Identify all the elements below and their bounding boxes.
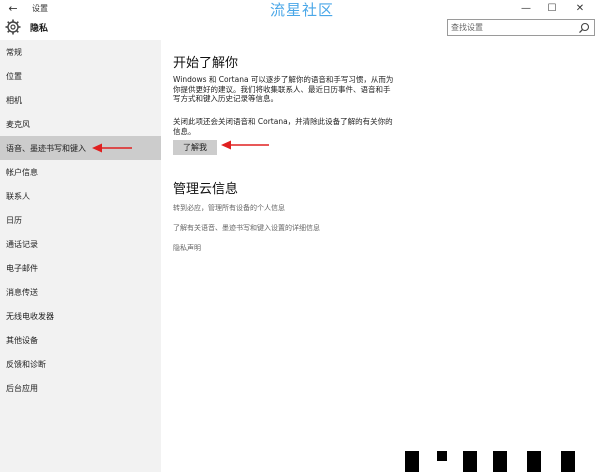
gear-icon bbox=[5, 19, 21, 35]
sidebar-item-contacts[interactable]: 联系人 bbox=[0, 184, 161, 208]
section-title-getting-to-know-you: 开始了解你 bbox=[173, 56, 239, 71]
main-content: 开始了解你 Windows 和 Cortana 可以逐步了解你的语音和手写习惯，… bbox=[161, 40, 600, 472]
sidebar-item-speech-inking-typing[interactable]: 语音、墨迹书写和键入 bbox=[0, 136, 161, 160]
sidebar-item-label: 无线电收发器 bbox=[6, 312, 54, 321]
sidebar-item-label: 电子邮件 bbox=[6, 264, 38, 273]
sidebar-item-general[interactable]: 常规 bbox=[0, 40, 161, 64]
sidebar-item-email[interactable]: 电子邮件 bbox=[0, 256, 161, 280]
link-learn-more-speech-settings[interactable]: 了解有关语音、墨迹书写和键入设置的详细信息 bbox=[173, 223, 320, 233]
search-input[interactable] bbox=[451, 20, 571, 35]
sidebar-item-label: 相机 bbox=[6, 96, 22, 105]
image-artifact bbox=[561, 451, 575, 472]
sidebar-item-call-history[interactable]: 通话记录 bbox=[0, 232, 161, 256]
sidebar-item-account-info[interactable]: 帐户信息 bbox=[0, 160, 161, 184]
window-title: 设置 bbox=[32, 4, 48, 13]
get-to-know-me-button[interactable]: 了解我 bbox=[173, 140, 217, 155]
annotation-arrow-icon bbox=[221, 140, 269, 150]
image-artifact bbox=[527, 451, 541, 472]
image-artifact bbox=[493, 451, 507, 472]
link-privacy-statement[interactable]: 隐私声明 bbox=[173, 243, 201, 253]
section-description: Windows 和 Cortana 可以逐步了解你的语音和手写习惯，从而为你提供… bbox=[173, 75, 394, 103]
sidebar-item-label: 联系人 bbox=[6, 192, 30, 201]
minimize-button[interactable]: — bbox=[512, 0, 540, 18]
page-header: 隐私 bbox=[0, 18, 600, 40]
sidebar-item-label: 后台应用 bbox=[6, 384, 38, 393]
image-artifact bbox=[437, 451, 447, 461]
page-title: 隐私 bbox=[30, 24, 49, 34]
sidebar-item-label: 反馈和诊断 bbox=[6, 360, 46, 369]
sidebar-item-calendar[interactable]: 日历 bbox=[0, 208, 161, 232]
back-arrow-icon[interactable]: ← bbox=[6, 2, 20, 16]
sidebar-item-location[interactable]: 位置 bbox=[0, 64, 161, 88]
watermark: 流星社区 bbox=[270, 1, 335, 19]
sidebar-item-radios[interactable]: 无线电收发器 bbox=[0, 304, 161, 328]
sidebar-item-label: 消息传送 bbox=[6, 288, 38, 297]
annotation-arrow-icon bbox=[92, 143, 132, 153]
sidebar-item-label: 位置 bbox=[6, 72, 22, 81]
sidebar-item-label: 通话记录 bbox=[6, 240, 38, 249]
sidebar-item-feedback-diagnostics[interactable]: 反馈和诊断 bbox=[0, 352, 161, 376]
sidebar-item-background-apps[interactable]: 后台应用 bbox=[0, 376, 161, 400]
search-icon[interactable] bbox=[578, 22, 590, 34]
sidebar-item-microphone[interactable]: 麦克风 bbox=[0, 112, 161, 136]
sidebar-item-camera[interactable]: 相机 bbox=[0, 88, 161, 112]
sidebar-item-label: 日历 bbox=[6, 216, 22, 225]
sidebar: 常规 位置 相机 麦克风 语音、墨迹书写和键入 帐户信息 联系人 日历 通话记录… bbox=[0, 40, 161, 472]
sidebar-item-label: 麦克风 bbox=[6, 120, 30, 129]
sidebar-item-messaging[interactable]: 消息传送 bbox=[0, 280, 161, 304]
sidebar-item-label: 其他设备 bbox=[6, 336, 38, 345]
section-title-manage-cloud-info: 管理云信息 bbox=[173, 182, 239, 197]
sidebar-item-label: 常规 bbox=[6, 48, 22, 57]
title-bar: ← 设置 流星社区 — ☐ ✕ bbox=[0, 0, 600, 19]
sidebar-item-label: 语音、墨迹书写和键入 bbox=[6, 144, 86, 153]
sidebar-item-label: 帐户信息 bbox=[6, 168, 38, 177]
search-box[interactable] bbox=[447, 19, 595, 36]
image-artifact bbox=[463, 451, 477, 472]
sidebar-item-other-devices[interactable]: 其他设备 bbox=[0, 328, 161, 352]
maximize-button[interactable]: ☐ bbox=[538, 0, 566, 18]
close-button[interactable]: ✕ bbox=[566, 0, 594, 18]
image-artifact bbox=[405, 451, 419, 472]
link-bing-manage-info[interactable]: 转到必应，管理所有设备的个人信息 bbox=[173, 203, 285, 213]
section-note: 关闭此项还会关闭语音和 Cortana，并清除此设备了解的有关你的信息。 bbox=[173, 117, 393, 136]
settings-window: ← 设置 流星社区 — ☐ ✕ 隐私 查找设置 常规 位置 相机 麦克风 语音、… bbox=[0, 0, 600, 472]
